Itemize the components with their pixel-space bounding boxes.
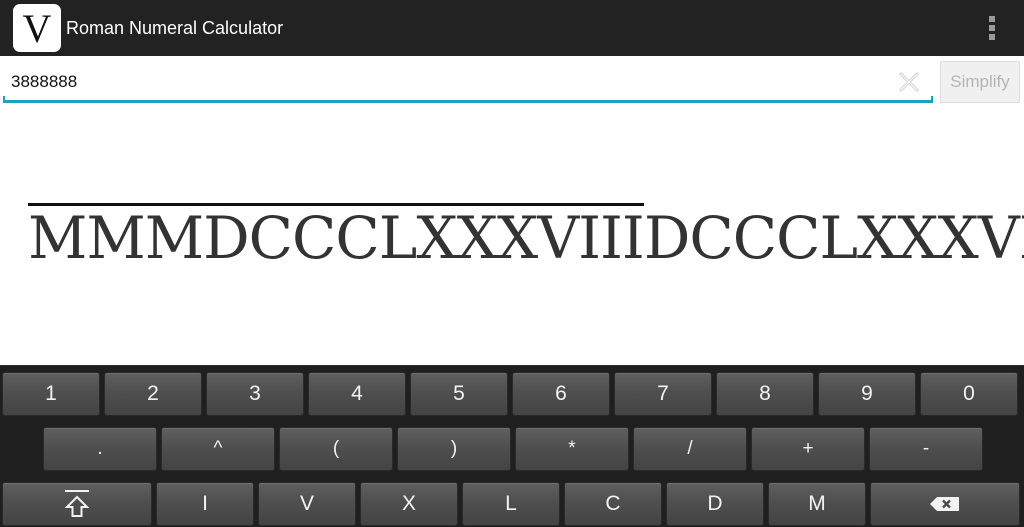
key-close-paren[interactable]: ): [397, 427, 511, 471]
app-icon[interactable]: V: [13, 4, 61, 52]
app-title: Roman Numeral Calculator: [66, 18, 284, 38]
overflow-dot: [989, 34, 995, 40]
custom-keyboard: 1 2 3 4 5 6 7 8 9 0 . ^ ( ) * / + - I V …: [0, 365, 1024, 527]
numeral-input[interactable]: [3, 60, 933, 102]
roman-numeral-result: MMMDCCCLXXXVIIIDCCCLXXXVIII: [28, 203, 1024, 273]
overflow-dot: [989, 25, 995, 31]
key-backspace[interactable]: [870, 482, 1020, 526]
key-2[interactable]: 2: [104, 372, 202, 416]
key-7[interactable]: 7: [614, 372, 712, 416]
clear-input-icon[interactable]: [896, 69, 922, 95]
key-0[interactable]: 0: [920, 372, 1018, 416]
key-X[interactable]: X: [360, 482, 458, 526]
key-9[interactable]: 9: [818, 372, 916, 416]
key-6[interactable]: 6: [512, 372, 610, 416]
shift-bar-icon: [64, 490, 90, 517]
overflow-dot: [989, 16, 995, 22]
key-plus[interactable]: +: [751, 427, 865, 471]
key-V[interactable]: V: [258, 482, 356, 526]
key-I[interactable]: I: [156, 482, 254, 526]
key-L[interactable]: L: [462, 482, 560, 526]
key-power[interactable]: ^: [161, 427, 275, 471]
simplify-button[interactable]: Simplify: [940, 61, 1020, 103]
key-C[interactable]: C: [564, 482, 662, 526]
action-bar: V Roman Numeral Calculator: [0, 0, 1024, 56]
key-decimal[interactable]: .: [43, 427, 157, 471]
input-underline: [3, 96, 933, 103]
key-M[interactable]: M: [768, 482, 866, 526]
key-D[interactable]: D: [666, 482, 764, 526]
backspace-icon: [930, 497, 959, 511]
key-shift-overline[interactable]: [2, 482, 152, 526]
key-1[interactable]: 1: [2, 372, 100, 416]
key-open-paren[interactable]: (: [279, 427, 393, 471]
key-5[interactable]: 5: [410, 372, 508, 416]
overflow-menu-icon[interactable]: [986, 16, 998, 40]
numeral-input-container: [3, 60, 933, 104]
key-8[interactable]: 8: [716, 372, 814, 416]
result-plain-part: DCCCLXXXVIII: [643, 204, 1024, 272]
key-minus[interactable]: -: [869, 427, 983, 471]
key-divide[interactable]: /: [633, 427, 747, 471]
result-overlined-thousands: MMMDCCCLXXXVIII: [28, 203, 645, 272]
key-4[interactable]: 4: [308, 372, 406, 416]
key-multiply[interactable]: *: [515, 427, 629, 471]
app-icon-letter: V: [22, 6, 52, 51]
key-3[interactable]: 3: [206, 372, 304, 416]
